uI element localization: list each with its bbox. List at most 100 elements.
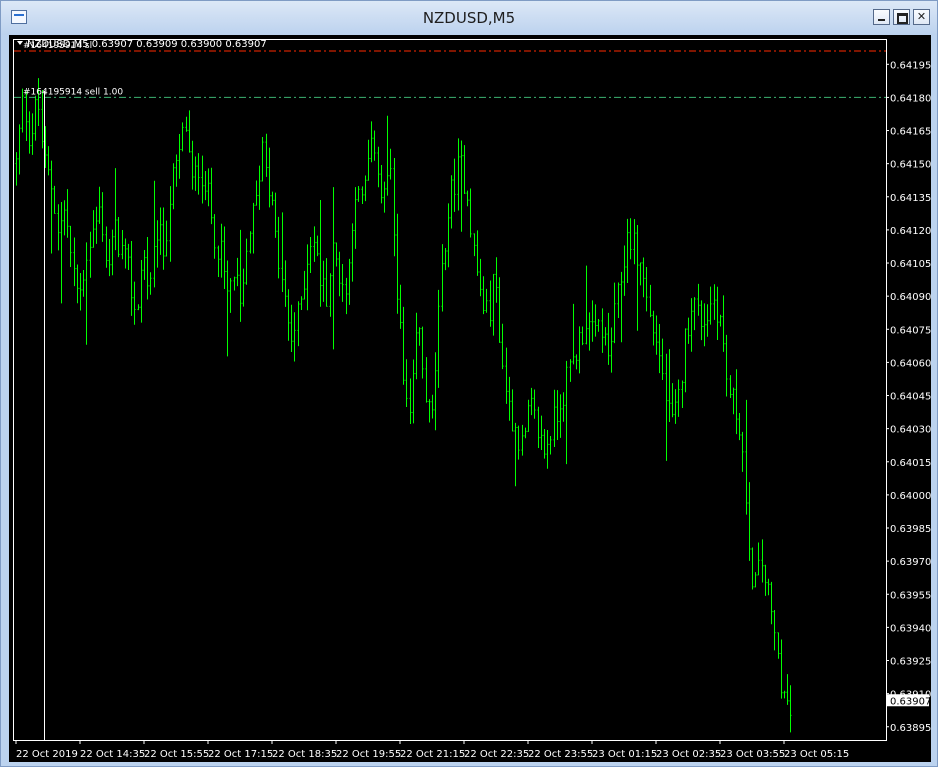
ohlc-bar	[489, 280, 492, 327]
ohlc-bar	[508, 376, 511, 421]
ohlc-bar	[703, 303, 706, 347]
y-tick-label: 0.64090	[890, 292, 931, 303]
ohlc-bar	[236, 257, 239, 287]
ohlc-bar	[162, 207, 165, 270]
ohlc-bar	[351, 223, 354, 282]
y-tick-label: 0.63925	[890, 657, 931, 668]
ohlc-bar	[415, 312, 418, 380]
ohlc-bar	[124, 238, 127, 269]
ohlc-bar	[85, 242, 88, 345]
price-scale[interactable]: 0.64195 0.64180 0.64165 0.64150 0.64135 0.641…	[886, 60, 931, 734]
ohlc-bar	[447, 203, 450, 268]
ohlc-bar	[364, 175, 367, 202]
ohlc-bar	[274, 192, 277, 238]
close-button[interactable]	[913, 9, 930, 25]
plot-frame	[13, 39, 887, 741]
ohlc-bar	[165, 220, 168, 257]
y-tick-label: 0.64105	[890, 259, 931, 270]
ohlc-bar	[623, 245, 626, 296]
ohlc-bar	[719, 314, 722, 327]
ohlc-bar	[658, 323, 661, 374]
chart-canvas[interactable]: #164195914 sl#164195914 sell 1.00 0.6419…	[9, 35, 931, 762]
ohlc-bar	[210, 167, 213, 225]
ohlc-bar	[629, 218, 632, 260]
ohlc-bar	[476, 230, 479, 276]
y-tick-label: 0.64000	[890, 491, 931, 502]
current-price-label: 0.63907	[887, 694, 931, 707]
ohlc-bar	[175, 154, 178, 187]
ohlc-bar	[463, 145, 466, 194]
ohlc-bar	[677, 379, 680, 417]
price-chart[interactable]: #164195914 sl #164195914 sell 1.00 0.6419…	[9, 35, 931, 762]
ohlc-bar	[79, 273, 82, 311]
ohlc-bar	[98, 186, 101, 224]
ohlc-bar	[357, 186, 360, 202]
ohlc-bar	[281, 212, 284, 292]
ohlc-bar	[197, 153, 200, 195]
ohlc-bar	[137, 304, 140, 311]
ohlc-bar	[101, 192, 104, 242]
y-tick-label: 0.64165	[890, 127, 931, 138]
x-tick-label: 22 Oct 21:15	[400, 749, 465, 760]
ohlc-bar	[367, 139, 370, 181]
ohlc-bar	[319, 199, 322, 307]
ohlc-bar	[460, 140, 463, 232]
ohlc-bar	[617, 282, 620, 319]
ohlc-bar	[242, 268, 245, 307]
ohlc-bar	[335, 242, 338, 267]
ohlc-bar	[553, 389, 556, 448]
ohlc-bar	[37, 78, 40, 126]
y-tick-label: 0.64150	[890, 160, 931, 171]
ohlc-bar	[655, 315, 658, 355]
ohlc-bar	[325, 258, 328, 307]
ohlc-bar	[556, 390, 559, 441]
ohlc-bar	[389, 148, 392, 180]
ohlc-bar	[316, 235, 319, 257]
title-bar[interactable]: NZDUSD,M5	[1, 1, 937, 35]
maximize-button[interactable]	[893, 9, 910, 25]
ohlc-bar	[434, 352, 437, 431]
ohlc-bar	[444, 248, 447, 271]
ohlc-bar	[380, 165, 383, 204]
ohlc-bar	[348, 258, 351, 305]
ohlc-bar	[485, 288, 488, 313]
ohlc-bar	[751, 547, 754, 590]
ohlc-bar	[191, 140, 194, 190]
ohlc-bar	[332, 187, 335, 350]
ohlc-bar	[418, 327, 421, 346]
ohlc-bar	[713, 284, 716, 320]
minimize-button[interactable]	[873, 9, 890, 25]
ohlc-bar	[725, 334, 728, 397]
ohlc-bar	[322, 260, 325, 302]
ohlc-bar	[50, 160, 53, 254]
ohlc-bar	[117, 217, 120, 258]
ohlc-bar	[172, 163, 175, 210]
ohlc-bar	[469, 188, 472, 238]
ohlc-bar	[633, 219, 636, 265]
ohlc-bar	[95, 206, 98, 244]
ohlc-bars	[15, 78, 792, 733]
ohlc-bar	[34, 95, 37, 141]
ohlc-bar	[354, 187, 357, 249]
ohlc-bar	[252, 202, 255, 254]
ohlc-bar	[73, 237, 76, 287]
ohlc-bar	[412, 359, 415, 424]
ohlc-bar	[63, 200, 66, 236]
ohlc-bar	[76, 264, 79, 304]
ohlc-bar	[255, 180, 258, 206]
ohlc-bar	[437, 289, 440, 388]
ohlc-bar	[82, 269, 85, 297]
ohlc-bar	[277, 216, 280, 279]
symbol-info[interactable]: NZDUSD,M5 0.63907 0.63909 0.63900 0.6390…	[17, 39, 267, 50]
ohlc-bar	[153, 180, 156, 288]
x-tick-label: 22 Oct 2019	[16, 749, 78, 760]
ohlc-bar	[345, 277, 348, 315]
ohlc-bar	[57, 204, 60, 251]
y-tick-label: 0.64030	[890, 425, 931, 436]
ohlc-bar	[620, 271, 623, 343]
time-scale[interactable]: 22 Oct 2019 22 Oct 14:3522 Oct 15:5522 Oc…	[15, 740, 849, 760]
x-tick-label: 22 Oct 15:55	[144, 749, 209, 760]
y-tick-label: 0.64015	[890, 458, 931, 469]
ohlc-bar	[31, 113, 34, 155]
ohlc-bar	[226, 260, 229, 357]
